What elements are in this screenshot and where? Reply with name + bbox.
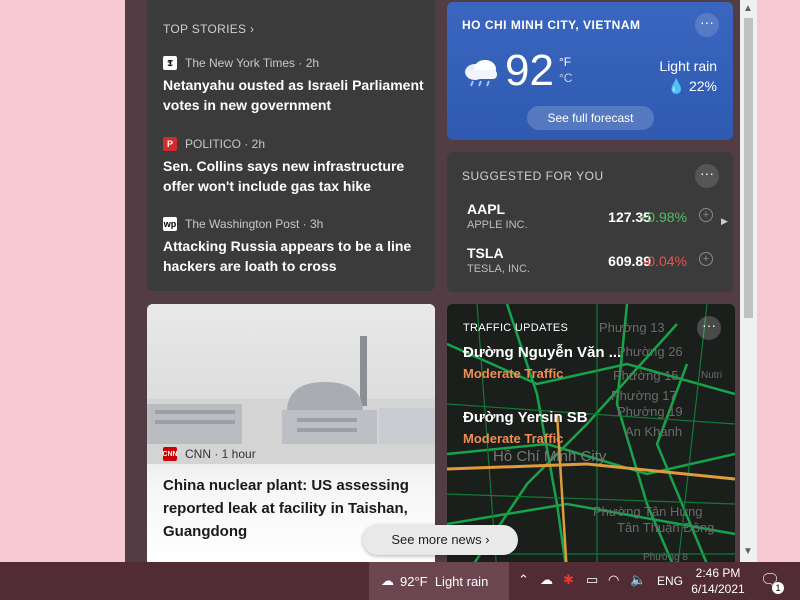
cnn-logo-icon: CNN [162, 447, 178, 461]
story-headline[interactable]: Attacking Russia appears to be a line ha… [163, 236, 425, 276]
story-headline[interactable]: Netanyahu ousted as Israeli Parliament v… [163, 75, 425, 115]
scrollbar[interactable]: ▲ ▼ [740, 0, 757, 562]
weather-location: HO CHI MINH CITY, VIETNAM [462, 18, 641, 32]
add-to-watchlist-icon[interactable]: + [699, 252, 713, 266]
stock-row[interactable]: AAPL APPLE INC. 127.35 +0.98% + [467, 201, 713, 237]
story-headline[interactable]: Sen. Collins says new infrastructure off… [163, 156, 425, 196]
road-name[interactable]: Đường Yersin SB [463, 409, 588, 426]
cloud-rain-icon: ☁ [381, 573, 394, 588]
story-item[interactable]: wp The Washington Post · 3h Attacking Rus… [163, 216, 425, 276]
weather-card[interactable]: HO CHI MINH CITY, VIETNAM ··· 92 °F °C L… [447, 2, 733, 140]
chevron-right-icon: › [485, 532, 490, 547]
taskbar: ☁ 92°F Light rain ⌃ ☁ ✱ ▭ ◠ 🔈 ENG 2:46 P… [0, 562, 800, 600]
more-options-icon[interactable]: ··· [697, 316, 721, 340]
stocks-header: SUGGESTED FOR YOU [462, 169, 604, 183]
onedrive-icon[interactable]: ☁ [540, 572, 553, 588]
wifi-icon[interactable]: ◠ [608, 572, 619, 588]
app-tray-icon[interactable]: ✱ [563, 572, 574, 588]
add-to-watchlist-icon[interactable]: + [699, 208, 713, 222]
story-item[interactable]: 𝕿 The New York Times · 2h Netanyahu ouste… [163, 55, 425, 115]
notification-count-badge: 1 [772, 582, 784, 594]
suggested-stocks-card: SUGGESTED FOR YOU ··· AAPL APPLE INC. 12… [447, 152, 733, 292]
news-image-card[interactable]: CNN CNN · 1 hour China nuclear plant: US … [147, 304, 435, 562]
language-indicator[interactable]: ENG [657, 574, 683, 588]
scroll-up-icon[interactable]: ▲ [743, 3, 753, 14]
traffic-status: Moderate Traffic [463, 431, 564, 446]
battery-icon[interactable]: ▭ [586, 572, 598, 588]
top-stories-header[interactable]: TOP STORIES › [163, 22, 254, 36]
stock-row[interactable]: TSLA TESLA, INC. 609.89 -0.04% + [467, 245, 713, 281]
road-name[interactable]: Đường Nguyễn Văn ... [463, 344, 621, 361]
show-hidden-icons-icon[interactable]: ⌃ [518, 572, 529, 588]
news-interests-panel: TOP STORIES › 𝕿 The New York Times · 2h N… [125, 0, 757, 562]
more-options-icon[interactable]: ··· [695, 13, 719, 37]
unit-celsius[interactable]: °C [559, 70, 572, 86]
chevron-right-icon: › [249, 22, 255, 36]
next-arrow-icon[interactable]: ▶ [721, 216, 728, 227]
taskbar-weather-button[interactable]: ☁ 92°F Light rain [369, 562, 509, 600]
temperature: 92 [505, 46, 554, 95]
traffic-header: TRAFFIC UPDATES [463, 322, 569, 334]
unit-fahrenheit[interactable]: °F [559, 54, 572, 70]
precipitation: 22% [688, 78, 717, 94]
wapo-logo-icon: wp [163, 217, 177, 231]
volume-icon[interactable]: 🔈 [630, 572, 646, 588]
weather-condition: Light rain [659, 58, 717, 74]
see-more-news-button[interactable]: See more news › [363, 525, 518, 555]
plant-illustration [147, 336, 435, 464]
scroll-down-icon[interactable]: ▼ [743, 546, 753, 557]
clock[interactable]: 2:46 PM 6/14/2021 [690, 565, 746, 597]
more-options-icon[interactable]: ··· [695, 164, 719, 188]
scrollbar-thumb[interactable] [744, 18, 753, 318]
raindrop-icon: 💧 [667, 78, 686, 94]
cloud-rain-icon [465, 60, 497, 87]
story-item[interactable]: P POLITICO · 2h Sen. Collins says new inf… [163, 136, 425, 196]
top-stories-card: TOP STORIES › 𝕿 The New York Times · 2h N… [147, 0, 435, 291]
traffic-card[interactable]: Phường 13 Phường 26 Phường 15 Nutri Phườ… [447, 304, 735, 562]
politico-logo-icon: P [163, 137, 177, 151]
nyt-logo-icon: 𝕿 [163, 56, 177, 70]
traffic-status: Moderate Traffic [463, 366, 564, 381]
see-full-forecast-button[interactable]: See full forecast [527, 106, 654, 130]
